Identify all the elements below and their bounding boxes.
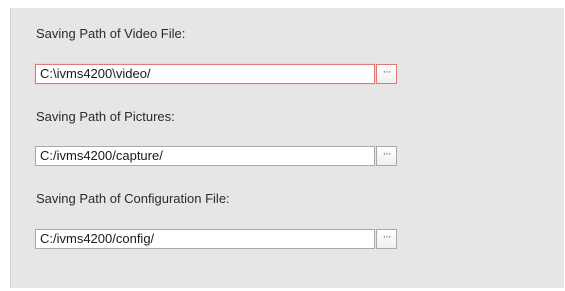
video-path-label: Saving Path of Video File: [36, 26, 186, 41]
video-path-browse-button[interactable]: ··· [376, 64, 397, 84]
config-path-label: Saving Path of Configuration File: [36, 191, 230, 206]
ellipsis-icon: ··· [382, 231, 392, 243]
pictures-path-input[interactable]: C:/ivms4200/capture/ [35, 146, 375, 166]
config-path-browse-button[interactable]: ··· [376, 229, 397, 249]
ellipsis-icon: ··· [382, 66, 392, 78]
ellipsis-icon: ··· [382, 148, 392, 160]
pictures-path-label: Saving Path of Pictures: [36, 109, 175, 124]
video-path-input[interactable]: C:\ivms4200\video/ [35, 64, 375, 84]
pictures-path-browse-button[interactable]: ··· [376, 146, 397, 166]
saving-paths-panel: Saving Path of Video File: C:\ivms4200\v… [10, 8, 564, 288]
config-path-input[interactable]: C:/ivms4200/config/ [35, 229, 375, 249]
